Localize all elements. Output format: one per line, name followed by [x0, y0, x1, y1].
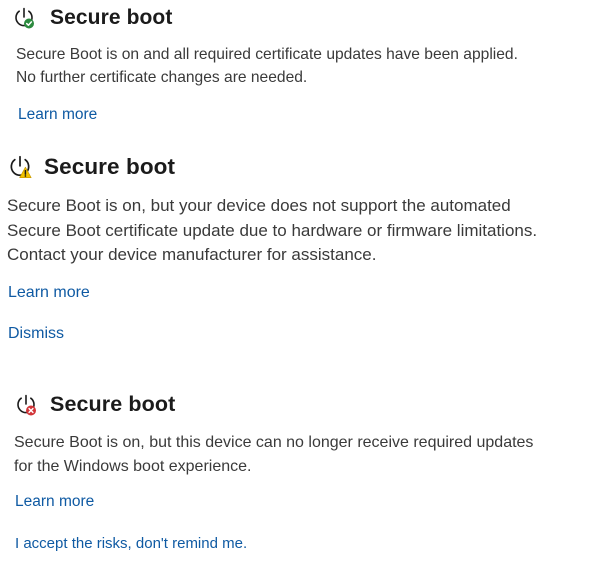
accept-risks-link[interactable]: I accept the risks, don't remind me. [15, 535, 247, 552]
description-line: Secure Boot is on, but your device does … [7, 196, 511, 215]
card-description: Secure Boot is on and all required certi… [16, 43, 518, 89]
learn-more-link[interactable]: Learn more [15, 493, 94, 511]
description-line: Contact your device manufacturer for ass… [7, 245, 377, 264]
dismiss-link[interactable]: Dismiss [8, 325, 64, 343]
description-line: Secure Boot is on and all required certi… [16, 46, 518, 63]
card-header: Secure boot [12, 6, 172, 30]
card-title: Secure boot [44, 154, 176, 179]
card-title: Secure boot [50, 6, 173, 29]
power-success-icon [12, 6, 36, 30]
card-title: Secure boot [50, 392, 176, 416]
description-line: for the Windows boot experience. [14, 458, 252, 475]
description-line: No further certificate changes are neede… [16, 69, 308, 86]
card-header: Secure boot [7, 154, 175, 180]
card-header: Secure boot [14, 392, 175, 417]
card-description: Secure Boot is on, but your device does … [7, 194, 537, 268]
learn-more-link[interactable]: Learn more [18, 106, 97, 124]
card-description: Secure Boot is on, but this device can n… [14, 431, 533, 479]
power-error-icon [14, 393, 38, 417]
learn-more-link[interactable]: Learn more [8, 284, 90, 302]
description-line: Secure Boot certificate update due to ha… [7, 220, 538, 240]
power-warning-icon [7, 154, 33, 180]
description-line: Secure Boot is on, but this device can n… [14, 434, 534, 451]
